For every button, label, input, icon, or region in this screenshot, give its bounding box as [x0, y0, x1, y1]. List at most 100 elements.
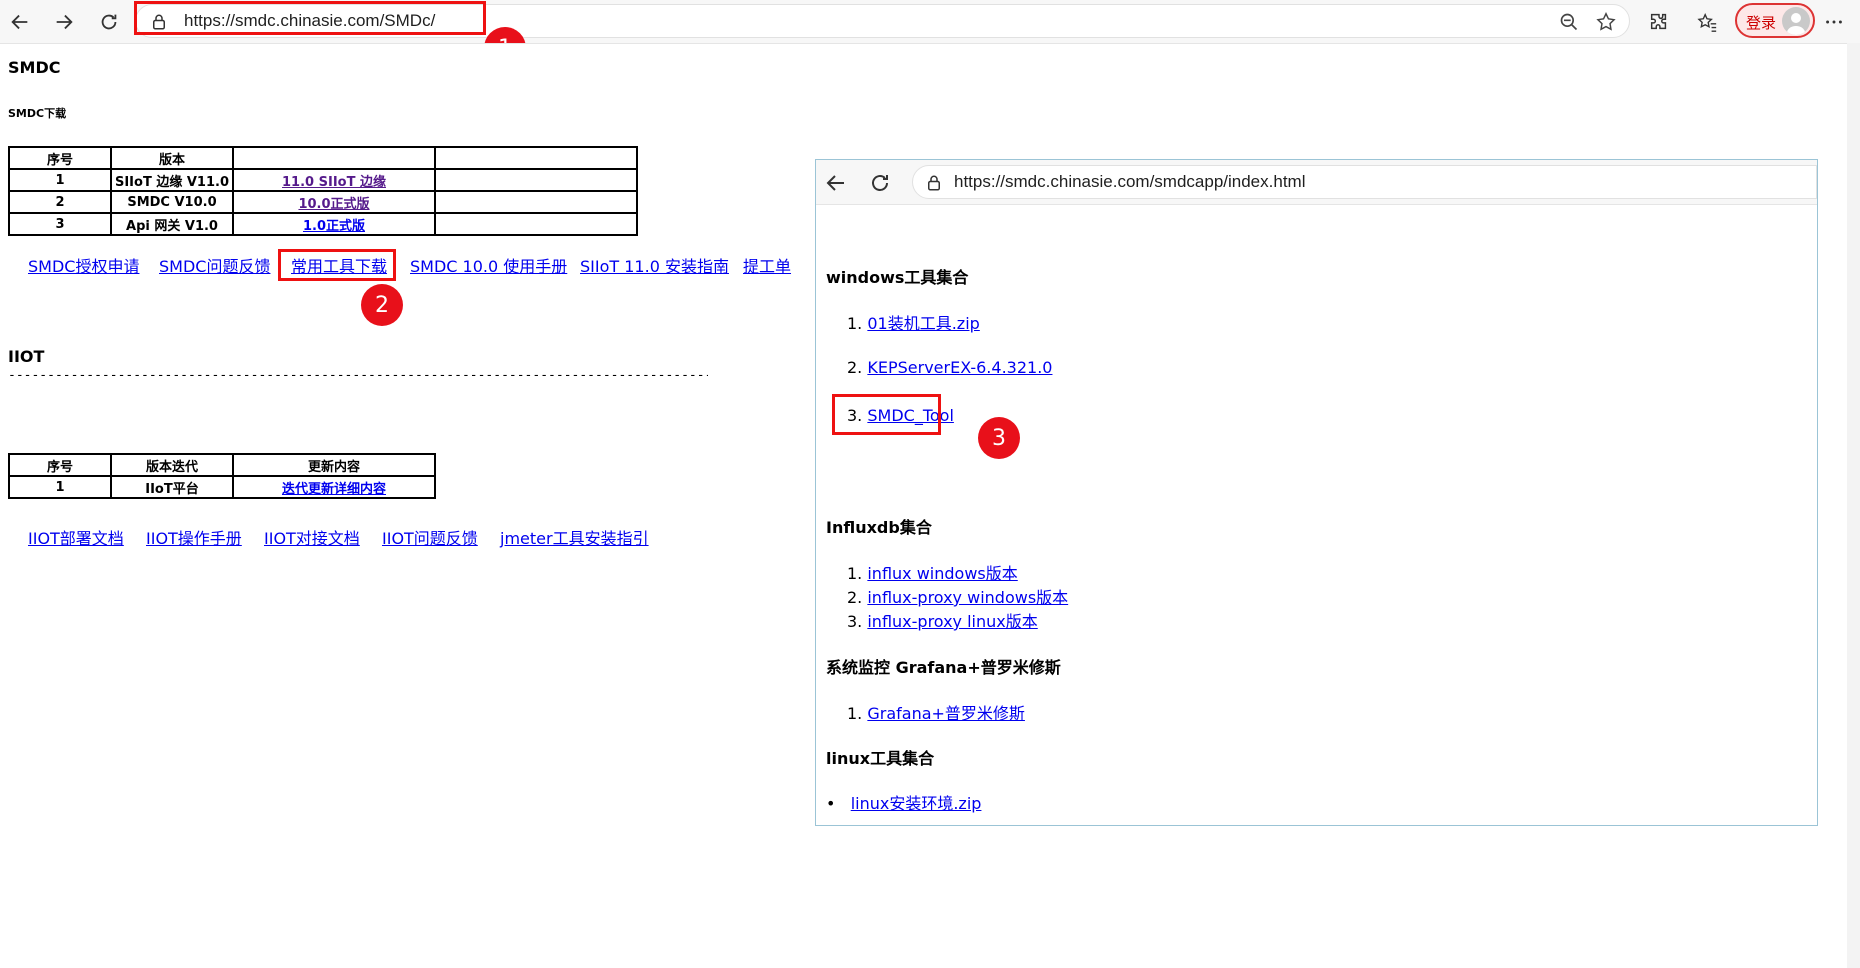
table-row: 1 IIoT平台 迭代更新详细内容 [8, 475, 436, 499]
divider-line: ----------------------------------------… [8, 368, 708, 383]
login-label: 登录 [1746, 14, 1777, 32]
favorites-list-icon [1697, 12, 1717, 32]
table-cell: 1 [8, 168, 112, 192]
inset-address-bar[interactable]: https://smdc.chinasie.com/smdcapp/index.… [912, 165, 1817, 199]
list-number: 1. [847, 564, 863, 583]
list-item: 1. 01装机工具.zip [847, 310, 980, 334]
list-number: 2. [847, 588, 863, 607]
section-title: windows工具集合 [826, 268, 969, 287]
lock-icon [928, 175, 940, 191]
table-cell: SMDC V10.0 [110, 190, 234, 214]
iteration-details-link[interactable]: 迭代更新详细内容 [282, 482, 386, 497]
link-siiot-guide[interactable]: SIIoT 11.0 安装指南 [580, 253, 729, 277]
table-cell: 迭代更新详细内容 [232, 475, 436, 499]
link-ticket[interactable]: 提工单 [743, 253, 791, 277]
forward-button[interactable] [48, 6, 80, 38]
back-button[interactable] [4, 6, 36, 38]
table-header-row: 序号 版本迭代 更新内容 [8, 453, 436, 477]
download-link[interactable]: Grafana+普罗米修斯 [867, 704, 1025, 723]
table-row: 3 Api 网关 V1.0 1.0正式版 [8, 212, 638, 236]
list-item: 3. influx-proxy linux版本 [847, 608, 1038, 632]
download-link[interactable]: influx-proxy linux版本 [867, 612, 1037, 631]
table-cell: 1.0正式版 [232, 212, 436, 236]
table-cell: 3 [8, 212, 112, 236]
table-cell: 11.0 SIIoT 边缘 [232, 168, 436, 192]
page-scrollbar[interactable] [1847, 43, 1860, 968]
link-iiot-deploy[interactable]: IIOT部署文档 [28, 525, 124, 549]
link-smdc-feedback[interactable]: SMDC问题反馈 [159, 253, 270, 277]
login-button[interactable]: 登录 [1735, 3, 1815, 38]
list-item: 1. Grafana+普罗米修斯 [847, 700, 1025, 724]
table-header: 序号 [8, 453, 112, 477]
download-link[interactable]: 01装机工具.zip [867, 314, 979, 333]
annotation-box-smdc-tool [832, 394, 941, 435]
table-cell [434, 190, 638, 214]
link-iiot-manual[interactable]: IIOT操作手册 [146, 525, 242, 549]
table-header: 版本 [110, 146, 234, 170]
iiot-table: 序号 版本迭代 更新内容 1 IIoT平台 迭代更新详细内容 [8, 453, 436, 499]
section-title: 系统监控 Grafana+普罗米修斯 [826, 658, 1061, 677]
smdc-title: SMDC [8, 58, 61, 77]
page-content: SMDC SMDC下载 序号 版本 1 SIIoT 边缘 V11.0 11.0 … [0, 43, 1847, 968]
list-number: 1. [847, 704, 863, 723]
list-item: 2. influx-proxy windows版本 [847, 584, 1068, 608]
annotation-box-tools [278, 249, 396, 281]
link-iiot-feedback[interactable]: IIOT问题反馈 [382, 525, 478, 549]
table-row: 1 SIIoT 边缘 V11.0 11.0 SIIoT 边缘 [8, 168, 638, 192]
list-number: 3. [847, 612, 863, 631]
inset-toolbar: https://smdc.chinasie.com/smdcapp/index.… [816, 160, 1817, 205]
download-link[interactable]: influx windows版本 [867, 564, 1017, 583]
table-cell: 2 [8, 190, 112, 214]
table-header [232, 146, 436, 170]
link-smdc-manual[interactable]: SMDC 10.0 使用手册 [410, 253, 567, 277]
table-row: 2 SMDC V10.0 10.0正式版 [8, 190, 638, 214]
back-arrow-icon[interactable] [824, 171, 848, 195]
table-cell [434, 168, 638, 192]
list-item: • linux安装环境.zip [826, 794, 982, 813]
smdc-subtitle: SMDC下载 [8, 107, 67, 120]
download-link[interactable]: 1.0正式版 [303, 219, 365, 234]
table-header: 更新内容 [232, 453, 436, 477]
table-cell: 10.0正式版 [232, 190, 436, 214]
back-arrow-icon [11, 14, 28, 30]
iiot-title: IIOT [8, 347, 45, 366]
table-cell: SIIoT 边缘 V11.0 [110, 168, 234, 192]
favorites-button[interactable] [1691, 6, 1723, 38]
annotation-badge-2: 2 [361, 284, 403, 326]
download-link[interactable]: influx-proxy windows版本 [867, 588, 1068, 607]
table-header [434, 146, 638, 170]
download-link[interactable]: 11.0 SIIoT 边缘 [282, 175, 386, 190]
table-header: 版本迭代 [110, 453, 234, 477]
table-cell: 1 [8, 475, 112, 499]
link-jmeter-guide[interactable]: jmeter工具安装指引 [500, 525, 649, 549]
inset-screenshot: https://smdc.chinasie.com/smdcapp/index.… [815, 159, 1818, 826]
table-cell: IIoT平台 [110, 475, 234, 499]
section-title: Influxdb集合 [826, 518, 932, 537]
table-cell: Api 网关 V1.0 [110, 212, 234, 236]
list-number: 1. [847, 314, 863, 333]
link-iiot-integration[interactable]: IIOT对接文档 [264, 525, 360, 549]
refresh-button[interactable] [93, 6, 125, 38]
zoom-out-icon[interactable] [1559, 12, 1579, 32]
annotation-box-url [134, 1, 486, 35]
puzzle-icon [1650, 13, 1667, 30]
inset-address-url: https://smdc.chinasie.com/smdcapp/index.… [954, 172, 1306, 191]
more-dots-icon [1826, 20, 1842, 24]
refresh-icon [101, 14, 117, 30]
list-item: 1. influx windows版本 [847, 560, 1018, 584]
favorite-star-icon[interactable] [1595, 11, 1617, 33]
more-menu-button[interactable] [1818, 6, 1850, 38]
table-header-row: 序号 版本 [8, 146, 638, 170]
extensions-button[interactable] [1643, 6, 1675, 38]
download-link[interactable]: KEPServerEX-6.4.321.0 [867, 358, 1052, 377]
link-smdc-license[interactable]: SMDC授权申请 [28, 253, 139, 277]
section-title: linux工具集合 [826, 749, 935, 768]
refresh-icon[interactable] [868, 171, 892, 195]
table-header: 序号 [8, 146, 112, 170]
forward-arrow-icon [56, 14, 73, 30]
avatar [1782, 7, 1810, 35]
download-link[interactable]: 10.0正式版 [298, 197, 369, 212]
smdc-table: 序号 版本 1 SIIoT 边缘 V11.0 11.0 SIIoT 边缘 2 S… [8, 146, 638, 236]
list-number: 2. [847, 358, 863, 377]
download-link[interactable]: linux安装环境.zip [851, 794, 982, 813]
